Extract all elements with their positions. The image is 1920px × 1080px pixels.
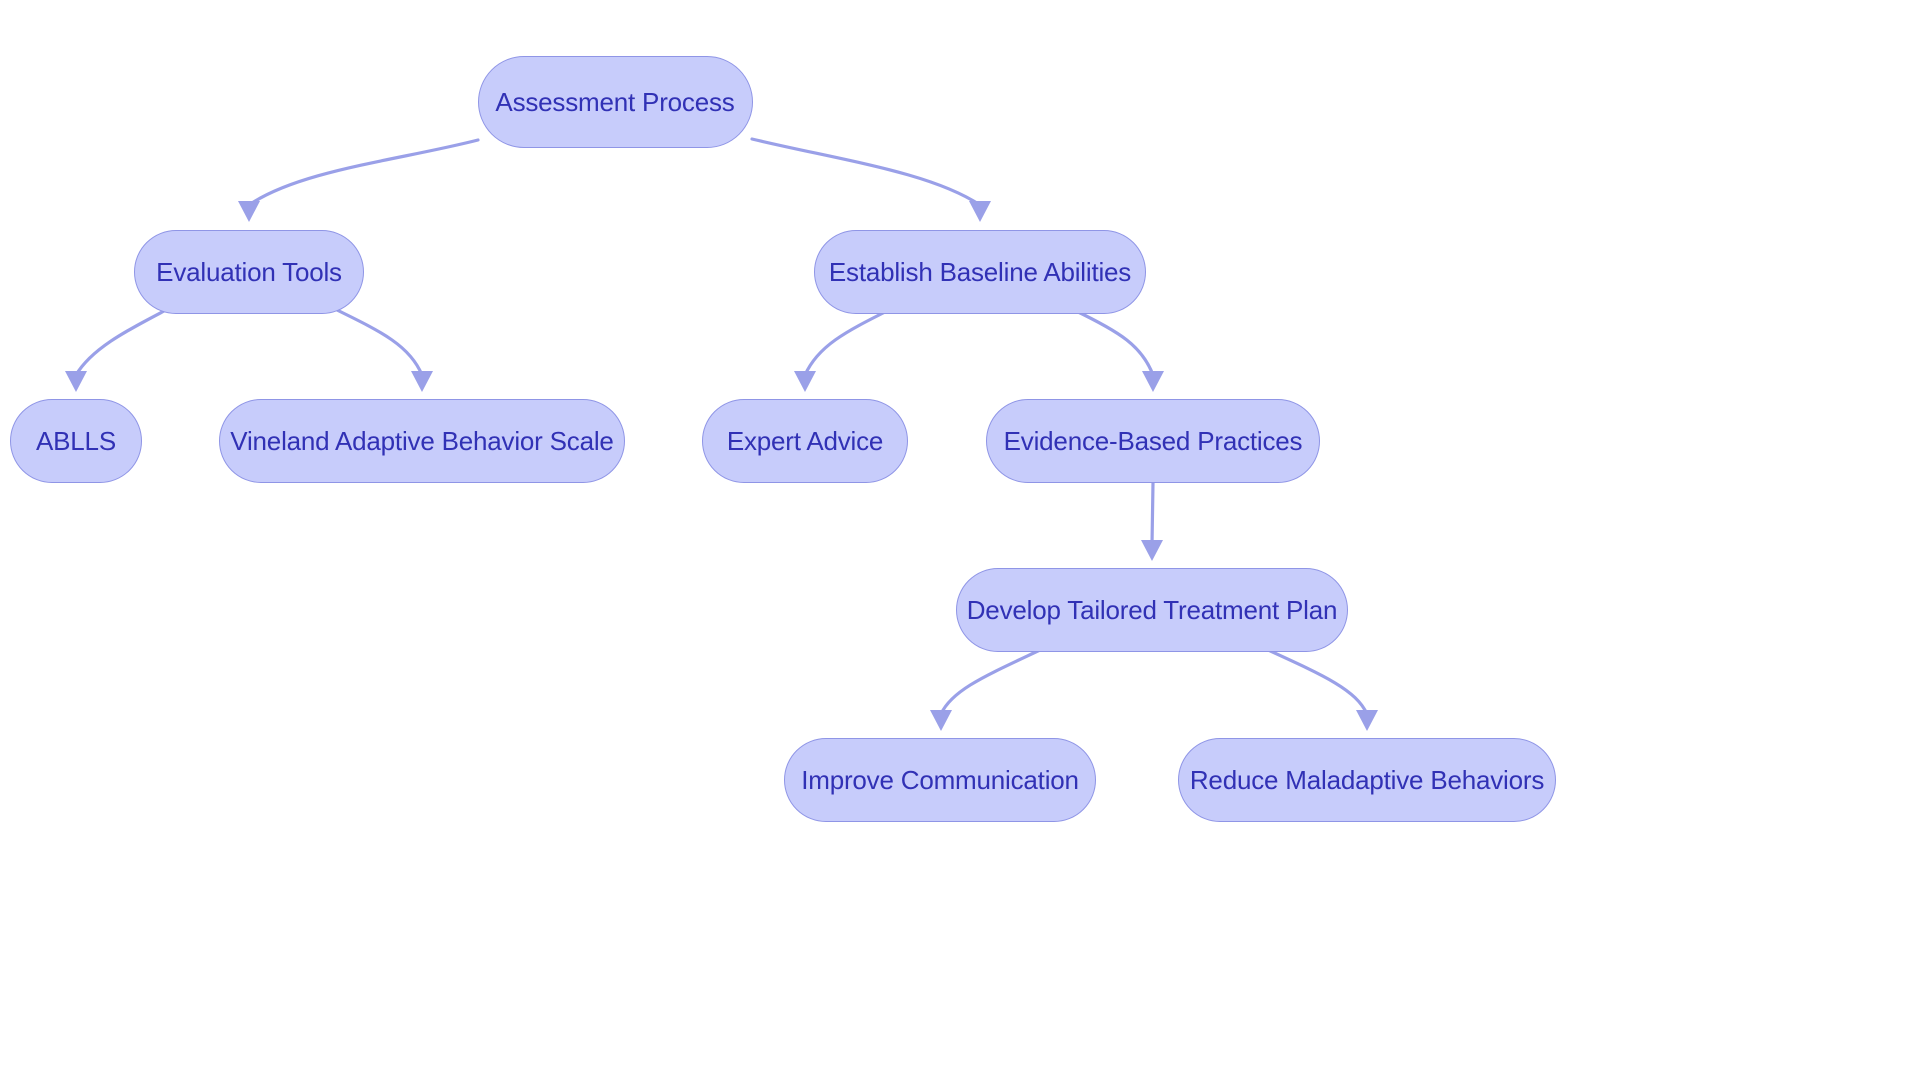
edge-evaluation-tools-to-ablls [74, 308, 168, 377]
arrowhead-treatment-plan [1141, 540, 1163, 561]
flowchart-canvas: Assessment Process Evaluation Tools Establ… [0, 0, 1920, 1080]
node-assessment-process[interactable]: Assessment Process [477, 56, 753, 148]
node-establish-baseline[interactable]: Establish Baseline Abilities [814, 230, 1146, 314]
edge-assessment-process-to-establish-baseline [750, 137, 982, 207]
arrowhead-vineland [411, 371, 433, 392]
edge-layer [65, 137, 1378, 731]
edge-assessment-process-to-evaluation-tools [247, 138, 480, 207]
arrowhead-establish-baseline [969, 201, 991, 222]
arrowhead-expert-advice [794, 371, 816, 392]
node-label-evidence-based-practices: Evidence-Based Practices [1003, 426, 1303, 456]
edge-evaluation-tools-to-vineland [335, 308, 424, 377]
node-label-expert-advice: Expert Advice [726, 426, 884, 456]
node-label-treatment-plan: Develop Tailored Treatment Plan [966, 595, 1338, 625]
node-expert-advice[interactable]: Expert Advice [702, 399, 908, 483]
node-label-evaluation-tools: Evaluation Tools [156, 257, 342, 287]
node-label-reduce-maladaptive: Reduce Maladaptive Behaviors [1189, 765, 1545, 795]
edge-establish-baseline-to-evidence-based-practices [1072, 308, 1155, 377]
arrowhead-improve-communication [930, 710, 952, 731]
node-evaluation-tools[interactable]: Evaluation Tools [134, 230, 364, 314]
arrowhead-ablls [65, 371, 87, 392]
node-reduce-maladaptive[interactable]: Reduce Maladaptive Behaviors [1178, 738, 1556, 822]
node-evidence-based-practices[interactable]: Evidence-Based Practices [986, 399, 1320, 483]
edge-evidence-based-practices-to-treatment-plan [1150, 481, 1155, 547]
node-label-assessment-process: Assessment Process [495, 87, 735, 117]
node-label-improve-communication: Improve Communication [801, 765, 1079, 795]
arrowhead-evidence-based-practices [1142, 371, 1164, 392]
node-vineland[interactable]: Vineland Adaptive Behavior Scale [219, 399, 625, 483]
node-label-vineland: Vineland Adaptive Behavior Scale [230, 426, 614, 456]
node-treatment-plan[interactable]: Develop Tailored Treatment Plan [956, 568, 1348, 652]
edge-treatment-plan-to-reduce-maladaptive [1266, 648, 1369, 716]
node-ablls[interactable]: ABLLS [10, 399, 142, 483]
edge-treatment-plan-to-improve-communication [939, 648, 1042, 716]
node-label-ablls: ABLLS [36, 426, 116, 456]
node-improve-communication[interactable]: Improve Communication [784, 738, 1096, 822]
arrowhead-evaluation-tools [238, 201, 260, 222]
node-label-establish-baseline: Establish Baseline Abilities [828, 257, 1132, 287]
edge-establish-baseline-to-expert-advice [803, 308, 891, 377]
arrowhead-reduce-maladaptive [1356, 710, 1378, 731]
